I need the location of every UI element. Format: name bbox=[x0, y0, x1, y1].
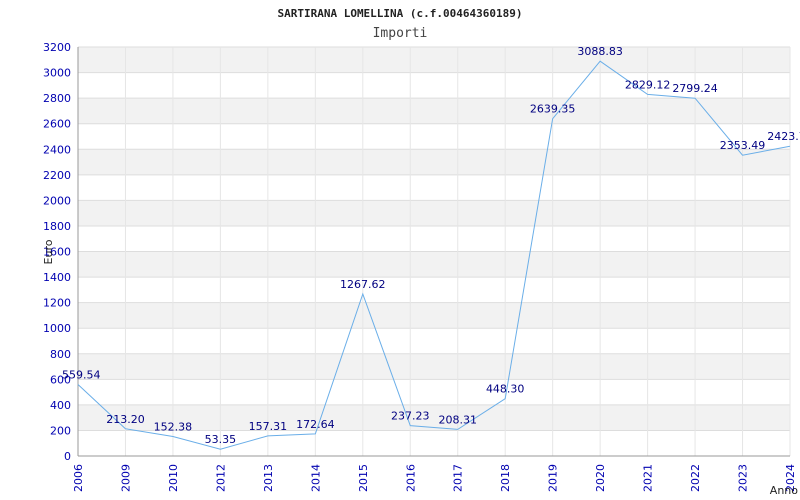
data-label: 53.35 bbox=[205, 433, 237, 446]
data-label: 3088.83 bbox=[577, 45, 623, 58]
x-tick-label: 2006 bbox=[72, 464, 85, 492]
background-band bbox=[78, 47, 790, 73]
y-tick-label: 200 bbox=[50, 424, 71, 437]
data-label: 559.54 bbox=[62, 368, 101, 381]
x-tick-label: 2013 bbox=[262, 464, 275, 492]
y-tick-label: 1000 bbox=[43, 322, 71, 335]
data-label: 237.23 bbox=[391, 410, 430, 423]
x-tick-label: 2018 bbox=[499, 464, 512, 492]
line-chart: 0200400600800100012001400160018002000220… bbox=[42, 7, 800, 497]
x-tick-label: 2010 bbox=[167, 464, 180, 492]
background-band bbox=[78, 149, 790, 175]
background-band bbox=[78, 251, 790, 278]
y-tick-label: 2000 bbox=[43, 194, 71, 207]
background-band bbox=[78, 200, 790, 226]
x-tick-label: 2015 bbox=[357, 464, 370, 492]
y-tick-label: 2800 bbox=[43, 92, 71, 105]
x-tick-label: 2009 bbox=[119, 464, 132, 492]
y-tick-label: 1800 bbox=[43, 220, 71, 233]
y-tick-label: 2400 bbox=[43, 143, 71, 156]
x-tick-label: 2023 bbox=[737, 464, 750, 492]
y-tick-label: 2200 bbox=[43, 169, 71, 182]
data-label: 2829.12 bbox=[625, 78, 671, 91]
data-label: 2639.35 bbox=[530, 103, 576, 116]
background-band bbox=[78, 302, 790, 329]
x-tick-label: 2016 bbox=[404, 464, 417, 492]
data-label: 2799.24 bbox=[672, 82, 718, 95]
data-label: 172.64 bbox=[296, 418, 335, 431]
background-bands bbox=[78, 47, 790, 431]
data-label: 2423.70 bbox=[767, 130, 800, 143]
x-tick-label: 2020 bbox=[594, 464, 607, 492]
x-tick-label: 2014 bbox=[309, 464, 322, 492]
background-band bbox=[78, 98, 790, 124]
data-label: 213.20 bbox=[106, 413, 145, 426]
y-axis-label: Euro bbox=[42, 239, 55, 264]
chart-subtitle: Importi bbox=[373, 26, 428, 41]
data-label: 157.31 bbox=[249, 420, 288, 433]
x-tick-label: 2017 bbox=[452, 464, 465, 492]
data-label: 152.38 bbox=[154, 421, 193, 434]
chart-title: SARTIRANA LOMELLINA (c.f.00464360189) bbox=[277, 7, 522, 20]
data-label: 208.31 bbox=[438, 413, 477, 426]
x-tick-label: 2019 bbox=[547, 464, 560, 492]
y-tick-label: 3200 bbox=[43, 41, 71, 54]
x-tick-label: 2021 bbox=[642, 464, 655, 492]
y-tick-label: 0 bbox=[64, 450, 71, 463]
y-tick-label: 400 bbox=[50, 399, 71, 412]
data-label: 2353.49 bbox=[720, 139, 766, 152]
background-band bbox=[78, 353, 790, 380]
y-tick-label: 1400 bbox=[43, 271, 71, 284]
x-tick-labels: 2006 2009 2010 2012 2013 2014 2015 2016 2017 2018… bbox=[72, 464, 797, 492]
y-tick-label: 2600 bbox=[43, 118, 71, 131]
data-label: 448.30 bbox=[486, 383, 525, 396]
x-axis-label: Anno bbox=[770, 484, 798, 497]
y-tick-label: 800 bbox=[50, 348, 71, 361]
data-label: 1267.62 bbox=[340, 278, 386, 291]
y-tick-label: 1200 bbox=[43, 297, 71, 310]
y-tick-label: 3000 bbox=[43, 67, 71, 80]
x-tick-label: 2022 bbox=[689, 464, 702, 492]
x-tick-label: 2012 bbox=[214, 464, 227, 492]
